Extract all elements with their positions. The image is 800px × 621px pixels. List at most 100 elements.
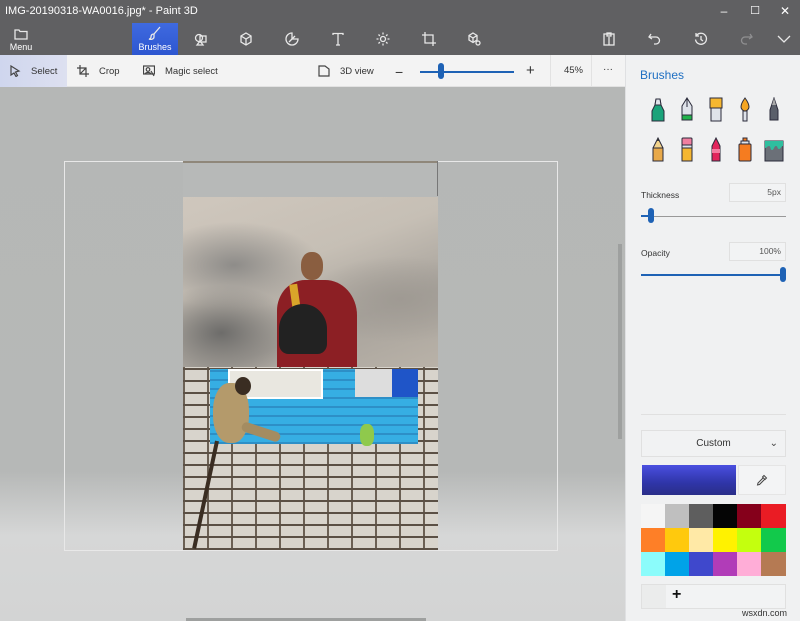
palette-color-4[interactable]	[737, 504, 762, 528]
thickness-slider-track[interactable]	[641, 216, 786, 217]
canvas-image[interactable]	[183, 161, 438, 550]
brush-crayon[interactable]	[701, 135, 730, 165]
redo-icon	[740, 33, 753, 45]
palette-color-5[interactable]	[761, 504, 786, 528]
brush-watercolor[interactable]	[730, 95, 759, 125]
spray-can-icon	[738, 137, 751, 162]
select-button[interactable]: Select	[0, 55, 67, 87]
3d-view-button[interactable]: 3D view	[318, 55, 374, 87]
3d-cube-icon	[240, 32, 252, 46]
palette-color-10[interactable]	[737, 528, 762, 552]
menu-button[interactable]: Menu	[4, 23, 38, 55]
tab-effects[interactable]	[365, 23, 401, 55]
palette-color-17[interactable]	[761, 552, 786, 576]
opacity-label: Opacity	[641, 248, 670, 258]
paste-button[interactable]	[591, 23, 627, 55]
palette-color-12[interactable]	[641, 552, 666, 576]
tab-canvas[interactable]	[411, 23, 447, 55]
opacity-slider-thumb[interactable]	[780, 267, 786, 282]
monkey-figure	[192, 375, 283, 550]
close-button[interactable]: ✕	[770, 0, 800, 23]
brush-spray-can[interactable]	[730, 135, 759, 165]
tab-stickers[interactable]	[274, 23, 310, 55]
zoom-level[interactable]: 45%	[550, 55, 592, 87]
palette-color-7[interactable]	[665, 528, 690, 552]
brush-pixel-pen[interactable]	[759, 95, 788, 125]
expand-ribbon-button[interactable]	[766, 23, 800, 55]
eyedropper-icon	[756, 474, 768, 486]
palette-color-1[interactable]	[665, 504, 690, 528]
fill-bucket-icon	[764, 140, 783, 162]
vertical-scrollbar[interactable]	[618, 244, 622, 439]
canvas-crop-icon	[422, 32, 436, 46]
magic-select-icon	[143, 65, 155, 77]
tab-3d-shapes[interactable]	[228, 23, 264, 55]
opacity-input[interactable]: 100%	[729, 242, 786, 261]
tab-2d-shapes[interactable]	[183, 23, 219, 55]
brush-oil[interactable]	[701, 95, 730, 125]
palette-color-15[interactable]	[713, 552, 738, 576]
zoom-slider-thumb[interactable]	[437, 63, 444, 79]
palette-color-6[interactable]	[641, 528, 666, 552]
plant	[360, 424, 374, 446]
crop-button[interactable]: Crop	[77, 55, 120, 87]
effects-sun-icon	[376, 32, 390, 46]
palette-color-9[interactable]	[713, 528, 738, 552]
brush-marker[interactable]	[643, 95, 672, 125]
window-title: IMG-20190318-WA0016.jpg* - Paint 3D	[5, 5, 198, 17]
watermark: wsxdn.com	[742, 608, 788, 618]
tab-brushes[interactable]: Brushes	[132, 23, 178, 55]
current-color-swatch[interactable]	[642, 465, 736, 495]
zoom-in-button[interactable]: +	[526, 62, 535, 79]
color-mode-dropdown[interactable]: Custom ⌄	[641, 430, 786, 457]
brush-eraser[interactable]	[672, 135, 701, 165]
pixel-pen-icon	[769, 97, 778, 121]
palette-color-8[interactable]	[689, 528, 714, 552]
eyedropper-button[interactable]	[738, 465, 786, 495]
history-button[interactable]	[683, 23, 719, 55]
brush-calligraphy-pen[interactable]	[672, 95, 701, 125]
brick-wall-photo	[183, 367, 438, 550]
palette-color-2[interactable]	[689, 504, 714, 528]
palette-color-11[interactable]	[761, 528, 786, 552]
sticker-icon	[285, 32, 299, 46]
mountain-photo	[183, 197, 438, 368]
palette-color-3[interactable]	[713, 504, 738, 528]
eraser-icon	[681, 137, 692, 162]
more-options-button[interactable]: ···	[598, 55, 618, 87]
magic-select-button[interactable]: Magic select	[143, 55, 218, 87]
palette-color-0[interactable]	[641, 504, 666, 528]
tab-brushes-label: Brushes	[138, 42, 172, 52]
palette-color-13[interactable]	[665, 552, 690, 576]
brush-fill[interactable]	[759, 135, 788, 165]
folder-icon	[14, 28, 28, 40]
palette-color-16[interactable]	[737, 552, 762, 576]
secondary-toolbar: Select Crop Magic select 3D view − + 45%…	[0, 55, 625, 87]
crayon-icon	[711, 137, 720, 162]
tab-3d-library[interactable]	[456, 23, 492, 55]
crop-icon	[77, 65, 89, 77]
zoom-out-button[interactable]: −	[395, 64, 403, 80]
chevron-down-icon	[777, 35, 791, 43]
3d-library-icon	[468, 32, 481, 46]
brushes-panel: Brushes Thickness 5px Opacity 100% Custo…	[625, 55, 800, 621]
brush-icon	[148, 26, 161, 40]
tab-text[interactable]	[320, 23, 356, 55]
cursor-icon	[10, 65, 21, 77]
ribbon: Menu Brushes	[0, 23, 800, 55]
brush-pencil[interactable]	[643, 135, 672, 165]
text-icon	[332, 32, 344, 46]
undo-button[interactable]	[637, 23, 673, 55]
maximize-button[interactable]: ☐	[740, 0, 770, 23]
custom-color-slot[interactable]	[642, 585, 666, 608]
paste-icon	[603, 32, 615, 46]
thickness-slider-thumb[interactable]	[647, 208, 654, 223]
undo-icon	[648, 33, 661, 45]
minimize-button[interactable]: –	[709, 0, 739, 23]
add-color-button[interactable]: +	[641, 584, 786, 609]
redo-button[interactable]	[728, 23, 764, 55]
palette-color-14[interactable]	[689, 552, 714, 576]
plus-icon: +	[672, 586, 682, 603]
zoom-slider-track[interactable]	[420, 71, 514, 73]
thickness-input[interactable]: 5px	[729, 183, 786, 202]
